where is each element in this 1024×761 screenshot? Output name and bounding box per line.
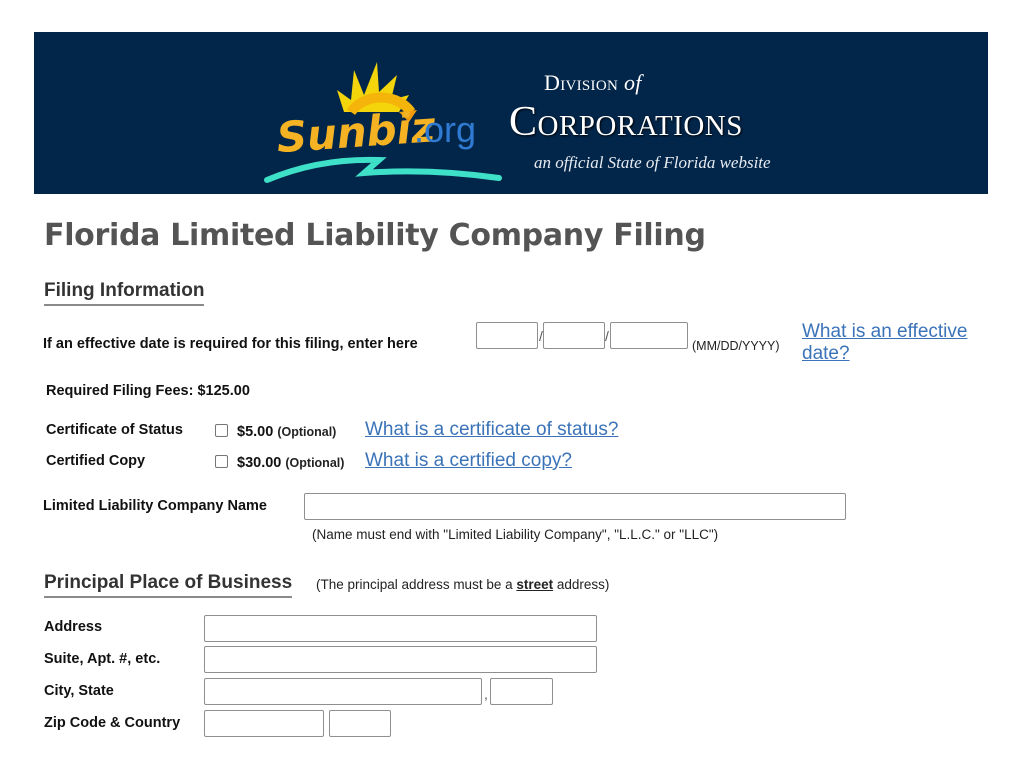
org-wordmark: .org: [414, 109, 476, 150]
division-of-text: Division of: [544, 70, 642, 95]
effective-date-day-input[interactable]: [543, 322, 605, 349]
sunbiz-logo[interactable]: Sunbiz .org: [259, 40, 509, 190]
company-name-input[interactable]: [304, 493, 846, 520]
wave-icon: [264, 156, 502, 183]
company-name-note: (Name must end with "Limited Liability C…: [312, 527, 719, 542]
address-label: Address: [44, 619, 103, 635]
principal-place-heading: Principal Place of Business: [44, 572, 293, 598]
header-banner: Sunbiz .org Division of Corporations an …: [34, 32, 988, 194]
certificate-of-status-help-link[interactable]: What is a certificate of status?: [365, 419, 618, 441]
filing-information-heading: Filing Information: [44, 280, 205, 306]
certificate-of-status-checkbox[interactable]: [215, 424, 228, 437]
page-title: Florida Limited Liability Company Filing: [44, 218, 706, 253]
city-state-label: City, State: [44, 683, 114, 699]
country-input[interactable]: [329, 710, 391, 737]
company-name-label: Limited Liability Company Name: [43, 498, 267, 514]
certified-copy-fee: $30.00 (Optional): [237, 455, 345, 471]
suite-input[interactable]: [204, 646, 597, 673]
zip-code-input[interactable]: [204, 710, 324, 737]
suite-label: Suite, Apt. #, etc.: [44, 651, 161, 667]
required-fees-label: Required Filing Fees: $125.00: [46, 383, 250, 399]
date-format-hint: (MM/DD/YYYY): [692, 339, 780, 353]
certified-copy-label: Certified Copy: [46, 453, 146, 469]
date-separator: /: [605, 328, 609, 344]
certificate-of-status-label: Certificate of Status: [46, 422, 183, 438]
effective-date-help-link[interactable]: What is an effective date?: [802, 321, 982, 365]
principal-address-note: (The principal address must be a street …: [316, 577, 610, 592]
city-input[interactable]: [204, 678, 482, 705]
address-input[interactable]: [204, 615, 597, 642]
certified-copy-help-link[interactable]: What is a certified copy?: [365, 450, 572, 472]
certificate-of-status-fee: $5.00 (Optional): [237, 424, 337, 440]
zip-country-label: Zip Code & Country: [44, 715, 181, 731]
certified-copy-checkbox[interactable]: [215, 455, 228, 468]
effective-date-year-input[interactable]: [610, 322, 688, 349]
effective-date-month-input[interactable]: [476, 322, 538, 349]
state-input[interactable]: [490, 678, 553, 705]
city-state-separator: ,: [484, 686, 488, 702]
tagline: an official State of Florida website: [534, 153, 771, 172]
effective-date-label: If an effective date is required for thi…: [43, 336, 418, 352]
corporations-text: Corporations: [509, 99, 743, 145]
